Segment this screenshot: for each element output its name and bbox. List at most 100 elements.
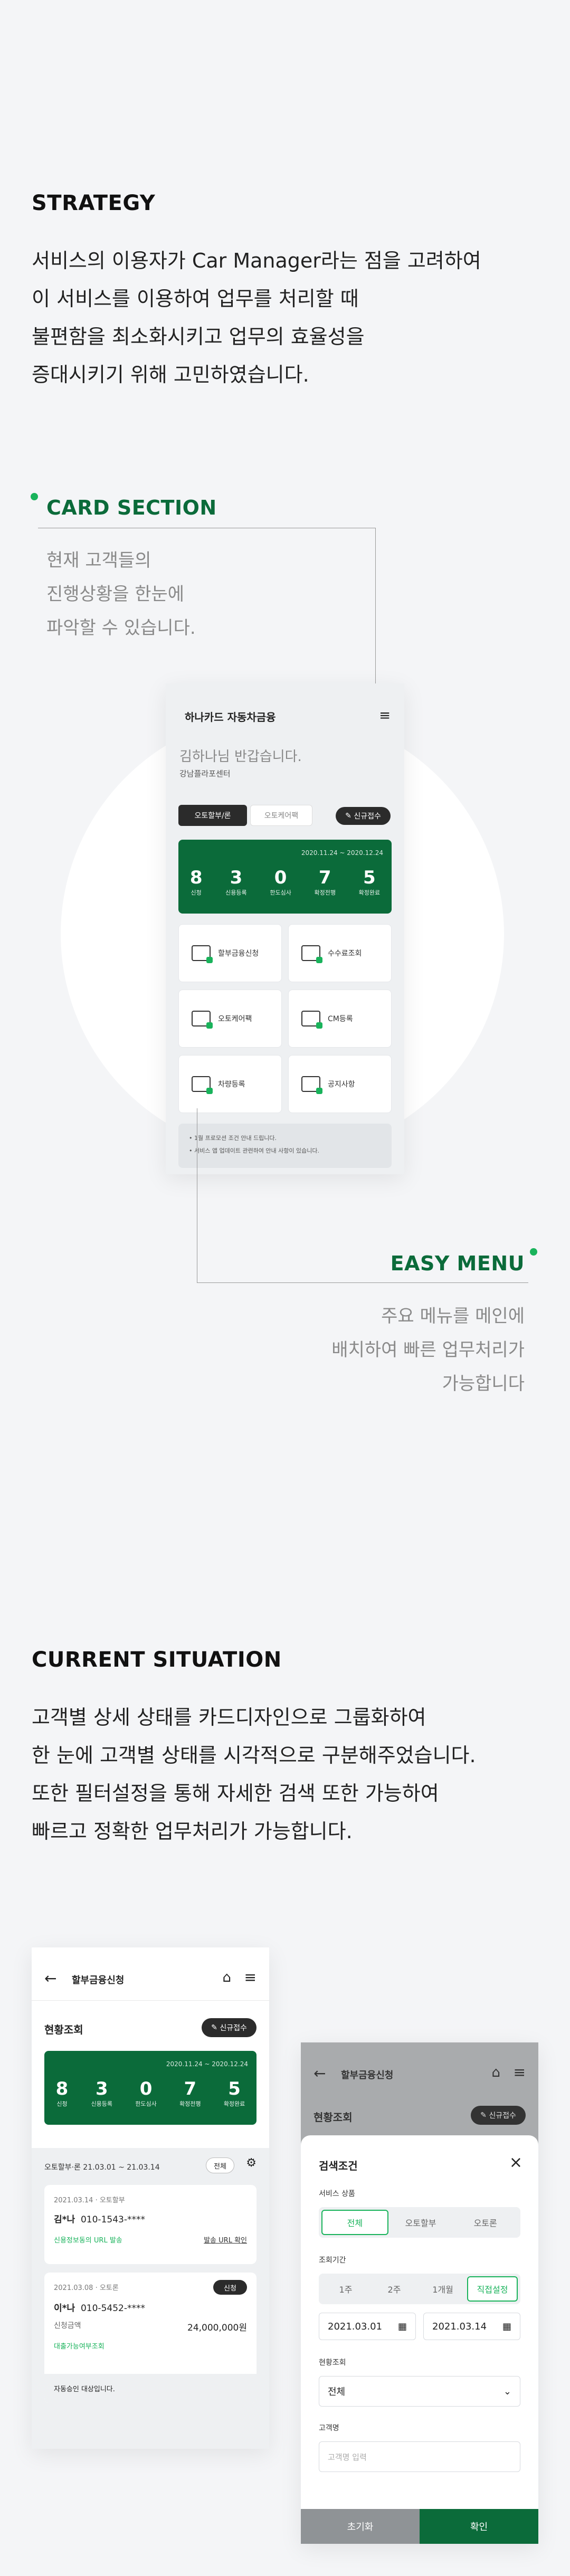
filter-settings-icon[interactable]: ⚙ <box>246 2156 256 2170</box>
car-care-icon <box>192 1011 213 1029</box>
reset-button[interactable]: 초기화 <box>301 2509 420 2544</box>
current-situation-text: 고객별 상세 상태를 카드디자인으로 그룹화하여 한 눈에 고객별 상태를 시각… <box>32 1698 476 1850</box>
card-section-text: 현재 고객들의 진행상황을 한눈에 파악할 수 있습니다. <box>46 544 196 645</box>
close-icon[interactable]: × <box>509 2153 522 2172</box>
filter-chip[interactable]: 전체 <box>206 2157 234 2173</box>
megaphone-icon <box>301 1076 322 1094</box>
status-period: 2020.11.24 ~ 2020.12.24 <box>301 849 383 857</box>
strategy-line: 증대시키기 위해 고민하였습니다. <box>32 363 309 386</box>
step-label: 신용등록 <box>91 2100 113 2107</box>
status-select-value: 전체 <box>328 2387 346 2398</box>
status-step: 3 신용등록 <box>91 2078 112 2108</box>
consent-url-link[interactable]: 신용정보동의 URL 발송 <box>54 2235 122 2245</box>
connector-line <box>197 1282 528 1283</box>
menu-notice[interactable]: 공지사항 <box>288 1055 392 1113</box>
status-period: 2020.11.24 ~ 2020.12.24 <box>166 2060 248 2068</box>
menu-installment-apply[interactable]: 할부금융신청 <box>178 924 282 982</box>
new-application-label: 신규접수 <box>220 2024 247 2032</box>
tab-auto-loan[interactable]: 오토할부/론 <box>178 805 247 826</box>
new-application-button[interactable]: ✎ 신규접수 <box>202 2018 256 2037</box>
status-select[interactable]: 전체 ⌄ <box>319 2376 520 2407</box>
notice-text: 1월 프로모션 조건 안내 드립니다. <box>194 1135 277 1142</box>
back-arrow-icon[interactable]: ← <box>44 1970 56 1987</box>
period-option-1m[interactable]: 1개월 <box>419 2276 467 2302</box>
menu-label: 수수료조회 <box>328 949 362 958</box>
status-card[interactable]: 2020.11.24 ~ 2020.12.24 8 신청 3 신용등록 0 한도심사 … <box>178 840 392 914</box>
home-icon[interactable]: ⌂ <box>491 2065 500 2080</box>
date-to-field[interactable]: 2021.03.14 ▦ <box>423 2313 520 2340</box>
period-option-1w[interactable]: 1주 <box>321 2276 370 2302</box>
notice-text: 서비스 앱 업데이트 관련하여 안내 사항이 있습니다. <box>194 1147 319 1154</box>
hamburger-icon[interactable]: ≡ <box>514 2064 526 2081</box>
loan-eligibility-link[interactable]: 대출가능여부조회 <box>54 2341 247 2351</box>
item-date: 2021.03.14 · 오토할부 <box>54 2197 125 2204</box>
new-application-button: ✎ 신규접수 <box>471 2106 526 2125</box>
current-situation-title: CURRENT SITUATION <box>32 1648 282 1672</box>
service-option-auto-loan[interactable]: 오토론 <box>453 2210 518 2235</box>
current-line: 고객별 상세 상태를 카드디자인으로 그룹화하여 <box>32 1706 426 1729</box>
list-item[interactable]: 2021.03.08 · 오토론 신청 이*나 010-5452-**** 신청… <box>44 2273 256 2403</box>
step-count: 5 <box>228 2078 241 2099</box>
menu-vehicle-register[interactable]: 차량등록 <box>178 1055 282 1113</box>
home-icon[interactable]: ⌂ <box>222 1970 231 1985</box>
amount-value: 24,000,000원 <box>187 2323 247 2333</box>
confirm-button[interactable]: 확인 <box>420 2509 538 2544</box>
item-name: 이*나 <box>54 2303 75 2314</box>
easy-menu-line: 배치하여 빠른 업무처리가 <box>331 1339 525 1361</box>
period-option-custom[interactable]: 직접설정 <box>467 2276 518 2302</box>
step-count: 7 <box>184 2078 197 2099</box>
status-steps: 8 신청 3 신용등록 0 한도심사 7 확정전행 5 확정완료 <box>178 867 392 897</box>
amount-label: 신청금액 <box>54 2322 81 2330</box>
filter-modal: 검색조건 × 서비스 상품 전체 오토할부 오토론 조회기간 1주 2주 1개월… <box>301 2135 538 2544</box>
status-step: 5 확정완료 <box>224 2078 245 2108</box>
check-url-link[interactable]: 발송 URL 확인 <box>204 2235 247 2245</box>
list-item[interactable]: 2021.03.14 · 오토할부 김*나 010-1543-**** 신용정보… <box>44 2185 256 2264</box>
edit-icon: ✎ <box>480 2111 487 2119</box>
notice-box: • 1월 프로모션 조건 안내 드립니다. • 서비스 앱 업데이트 관련하여 … <box>178 1124 392 1168</box>
service-label: 서비스 상품 <box>319 2190 355 2198</box>
hamburger-icon[interactable]: ≡ <box>379 708 391 724</box>
status-step: 7 확정전행 <box>179 2078 201 2108</box>
date-from-field[interactable]: 2021.03.01 ▦ <box>319 2313 416 2340</box>
period-label: 조회기간 <box>319 2256 346 2265</box>
menu-fee-inquiry[interactable]: 수수료조회 <box>288 924 392 982</box>
period-option-2w[interactable]: 2주 <box>370 2276 419 2302</box>
new-application-button[interactable]: ✎ 신규접수 <box>336 807 391 825</box>
step-count: 7 <box>318 867 331 888</box>
hamburger-icon[interactable]: ≡ <box>244 1969 256 1986</box>
step-count: 0 <box>274 867 287 888</box>
step-label: 확정완료 <box>223 2100 245 2107</box>
date-to-value: 2021.03.14 <box>432 2321 487 2332</box>
step-count: 8 <box>189 867 203 888</box>
document-icon <box>192 1076 213 1094</box>
customer-label: 고객명 <box>319 2424 339 2432</box>
phone-status-list: ← 할부금융신청 ⌂ ≡ 현황조회 ✎ 신규접수 2020.11.24 ~ 20… <box>32 1947 269 2449</box>
strategy-line: 서비스의 이용자가 Car Manager라는 점을 고려하여 <box>32 249 481 272</box>
status-step: 8 신청 <box>56 2078 69 2108</box>
status-step: 3 신용등록 <box>225 867 246 897</box>
card-section-line: 현재 고객들의 <box>46 550 151 571</box>
status-step: 0 한도심사 <box>270 867 291 897</box>
car-icon <box>192 945 213 963</box>
current-line: 빠르고 정확한 업무처리가 가능합니다. <box>32 1820 353 1843</box>
status-label: 현황조회 <box>319 2359 346 2367</box>
back-arrow-icon[interactable]: ← <box>314 2065 326 2082</box>
strategy-title: STRATEGY <box>32 191 156 215</box>
menu-auto-care[interactable]: 오토케어팩 <box>178 990 282 1048</box>
chart-icon <box>301 945 322 963</box>
menu-label: 차량등록 <box>218 1080 245 1089</box>
edit-icon: ✎ <box>345 812 352 820</box>
status-card[interactable]: 2020.11.24 ~ 2020.12.24 8 신청 3 신용등록 0 한도심사 … <box>44 2051 256 2125</box>
menu-cm-register[interactable]: CM등록 <box>288 990 392 1048</box>
period-segmented: 1주 2주 1개월 직접설정 <box>319 2274 520 2304</box>
easy-menu-title: EASY MENU <box>390 1252 525 1275</box>
service-option-all[interactable]: 전체 <box>321 2210 388 2235</box>
auto-approval-note: 자동승인 대상입니다. <box>44 2374 256 2403</box>
step-count: 5 <box>363 867 376 888</box>
notice-item[interactable]: • 1월 프로모션 조건 안내 드립니다. <box>189 1132 381 1145</box>
status-steps: 8 신청 3 신용등록 0 한도심사 7 확정전행 5 확정완료 <box>44 2078 256 2108</box>
service-option-auto-installment[interactable]: 오토할부 <box>388 2210 453 2235</box>
notice-item[interactable]: • 서비스 앱 업데이트 관련하여 안내 사항이 있습니다. <box>189 1145 381 1157</box>
customer-name-input[interactable]: 고객명 입력 <box>319 2441 520 2472</box>
tab-auto-care[interactable]: 오토케어팩 <box>250 805 312 826</box>
